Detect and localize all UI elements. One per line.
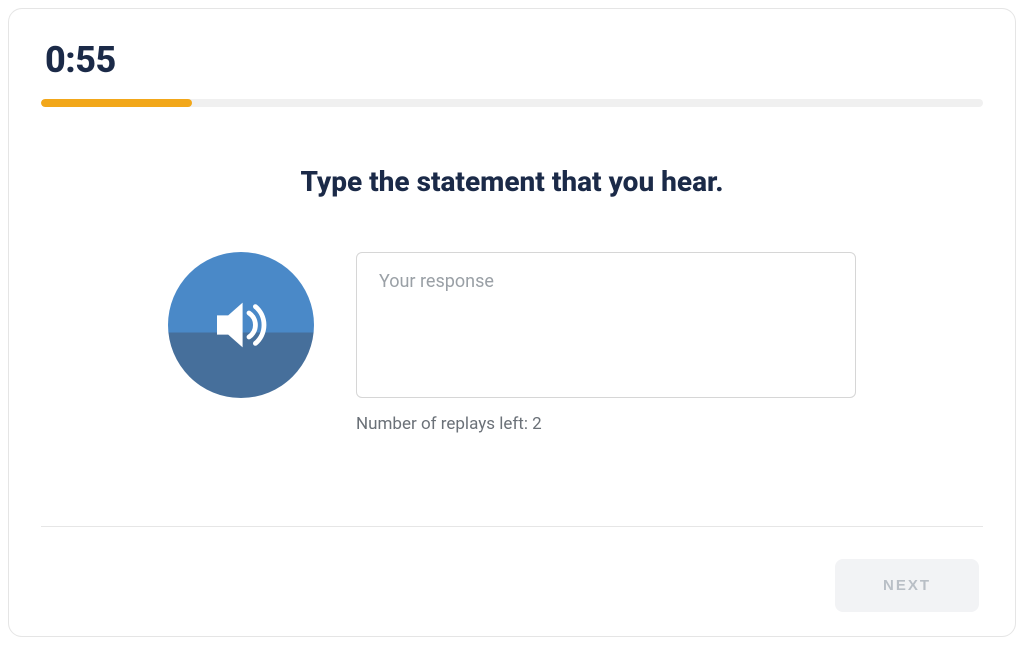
progress-bar (41, 99, 983, 107)
content-row: Number of replays left: 2 (41, 252, 983, 434)
exercise-card: 0:55 Type the statement that you hear. N… (8, 8, 1016, 637)
divider (41, 526, 983, 527)
response-input[interactable] (356, 252, 856, 398)
actions-row: NEXT (41, 559, 983, 612)
play-audio-button[interactable] (168, 252, 314, 398)
replays-remaining: Number of replays left: 2 (356, 414, 856, 434)
timer: 0:55 (45, 39, 983, 81)
footer: NEXT (41, 526, 983, 612)
prompt-text: Type the statement that you hear. (41, 165, 983, 198)
next-button[interactable]: NEXT (835, 559, 979, 612)
speaker-icon (201, 285, 281, 365)
response-column: Number of replays left: 2 (356, 252, 856, 434)
progress-fill (41, 99, 192, 107)
